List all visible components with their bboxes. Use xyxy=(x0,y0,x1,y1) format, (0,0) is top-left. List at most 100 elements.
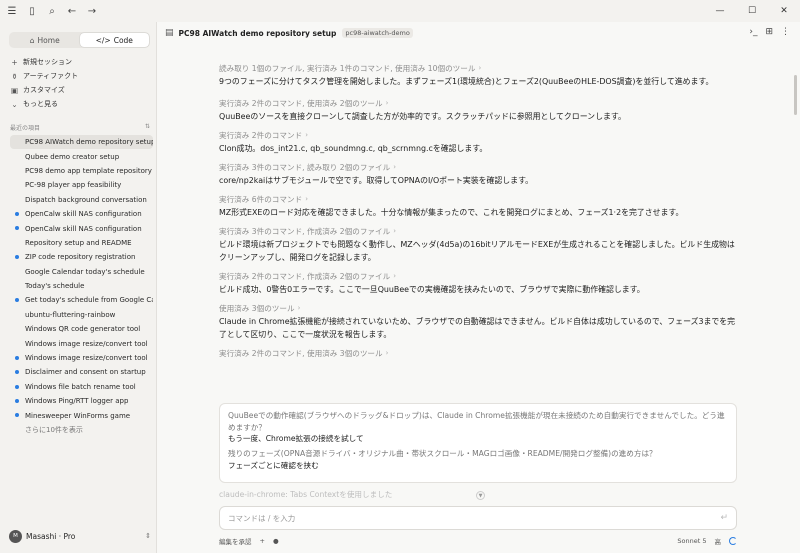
nav-new-session[interactable]: + 新規セッション xyxy=(10,55,150,69)
tab-home[interactable]: ⌂ Home xyxy=(10,33,80,47)
assistant-message: Clon成功。dos_int21.c, qb_soundmng.c, qb_sc… xyxy=(219,144,488,153)
panel-icon[interactable]: ⊞ xyxy=(765,27,773,37)
tool-summary[interactable]: 読み取り 1個のファイル, 実行済み 1件のコマンド, 使用済み 10個のツール… xyxy=(219,62,739,75)
menu-icon[interactable]: ☰ xyxy=(4,3,20,19)
recent-item[interactable]: Disclaimer and consent on startup xyxy=(10,365,153,379)
recent-item[interactable]: ZIP code repository registration xyxy=(10,250,153,264)
tool-summary[interactable]: 実行済み 3件のコマンド, 作成済み 2個のファイル › xyxy=(219,225,739,238)
recent-item-label: Qubee demo creator setup xyxy=(25,152,120,161)
assistant-message: ビルド成功、0警告0エラーです。ここで一旦QuuBeeでの実機確認を挟みたいので… xyxy=(219,285,645,294)
question-text: QuuBeeでの動作確認(ブラウザへのドラッグ&ドロップ)は、Claude in… xyxy=(228,411,725,432)
assistant-message: QuuBeeのソースを直接クローンして調査した方が効率的です。スクラッチパッドに… xyxy=(219,112,626,121)
recent-item[interactable]: Windows Ping/RTT logger app xyxy=(10,394,153,408)
recent-item[interactable]: Google Calendar today's schedule xyxy=(10,265,153,279)
recent-item[interactable]: Windows QR code generator tool xyxy=(10,322,153,336)
nav-more[interactable]: ⌄ もっと見る xyxy=(10,97,150,111)
user-menu[interactable]: M Masashi · Pro ⇕ xyxy=(9,527,151,545)
tool-summary-text: 実行済み 2件のコマンド, 作成済み 2個のファイル xyxy=(219,272,391,281)
tab-home-label: Home xyxy=(37,35,60,45)
terminal-icon[interactable]: ›_ xyxy=(749,27,757,37)
recent-item[interactable]: Windows image resize/convert tool xyxy=(10,351,153,365)
nav-label: アーティファクト xyxy=(23,72,79,80)
chevron-right-icon: › xyxy=(393,163,397,171)
forward-icon[interactable]: → xyxy=(84,3,100,19)
search-icon[interactable]: ⌕ xyxy=(44,3,60,19)
effort-selector[interactable]: 高 xyxy=(715,536,722,546)
maximize-button[interactable]: ☐ xyxy=(736,0,768,22)
tool-summary[interactable]: 使用済み 3個のツール › xyxy=(219,302,739,315)
recent-item-label: Windows QR code generator tool xyxy=(25,325,141,334)
recent-item-label: OpenCalw skill NAS configuration xyxy=(25,210,142,219)
sidebar-nav: + 新規セッション ⚱ アーティファクト ▣ カスタマイズ ⌄ もっと見る xyxy=(10,55,150,111)
chat-transcript: 読み取り 1個のファイル, 実行済み 1件のコマンド, 使用済み 10個のツール… xyxy=(219,62,739,360)
tool-summary-text: 実行済み 2件のコマンド, 使用済み 3個のツール xyxy=(219,349,383,358)
nav-artifacts[interactable]: ⚱ アーティファクト xyxy=(10,69,150,83)
recent-item-label: PC-98 player app feasibility xyxy=(25,181,122,190)
recent-item-label: ubuntu-fluttering-rainbow xyxy=(25,310,116,319)
tool-summary-text: 実行済み 6件のコマンド xyxy=(219,195,303,204)
model-selector[interactable]: Sonnet 5 xyxy=(677,537,706,545)
recent-item[interactable]: Windows file batch rename tool xyxy=(10,380,153,394)
more-icon[interactable]: ⋮ xyxy=(781,27,790,37)
unread-dot-icon xyxy=(15,413,19,418)
recent-item-label: Disclaimer and consent on startup xyxy=(25,368,146,377)
tool-summary[interactable]: 実行済み 6件のコマンド › xyxy=(219,193,739,206)
scroll-down-icon[interactable]: ▼ xyxy=(476,491,485,500)
tool-summary-text: 読み取り 1個のファイル, 実行済み 1件のコマンド, 使用済み 10個のツール xyxy=(219,64,476,73)
tool-summary[interactable]: 実行済み 2件のコマンド, 使用済み 3個のツール › xyxy=(219,347,739,360)
chevron-right-icon: › xyxy=(393,227,397,235)
recent-item[interactable]: Windows image resize/convert tool xyxy=(10,336,153,350)
recent-item[interactable]: PC98 demo app template repository xyxy=(10,164,153,178)
prompt-input[interactable] xyxy=(228,513,721,523)
unread-dot-icon xyxy=(15,399,19,404)
recent-item[interactable]: OpenCalw skill NAS configuration xyxy=(10,221,153,235)
add-attachment-button[interactable]: + xyxy=(260,537,265,545)
minimize-button[interactable]: — xyxy=(704,0,736,22)
recent-item-label: Windows Ping/RTT logger app xyxy=(25,397,129,406)
page-title[interactable]: PC98 AIWatch demo repository setup xyxy=(179,29,337,38)
recent-item[interactable]: Qubee demo creator setup xyxy=(10,149,153,163)
nav-label: もっと見る xyxy=(23,100,58,108)
send-icon[interactable]: ↵ xyxy=(720,513,728,523)
recent-item[interactable]: Minesweeper WinForms game xyxy=(10,408,153,422)
recent-item[interactable]: Dispatch background conversation xyxy=(10,193,153,207)
tool-summary[interactable]: 実行済み 3件のコマンド, 読み取り 2個のファイル › xyxy=(219,161,739,174)
recent-item[interactable]: Repository setup and README xyxy=(10,236,153,250)
chevron-right-icon: › xyxy=(297,304,301,312)
tool-summary[interactable]: 実行済み 2件のコマンド, 使用済み 2個のツール › xyxy=(219,97,739,110)
mic-icon[interactable]: ● xyxy=(273,537,279,545)
tab-code[interactable]: </> Code xyxy=(79,33,149,47)
recent-item-label: Google Calendar today's schedule xyxy=(25,267,145,276)
recent-item[interactable]: PC-98 player app feasibility xyxy=(10,178,153,192)
close-button[interactable]: ✕ xyxy=(768,0,800,22)
avatar: M xyxy=(9,529,22,543)
back-icon[interactable]: ← xyxy=(64,3,80,19)
customize-icon: ▣ xyxy=(10,85,19,95)
tool-summary-text: 実行済み 2件のコマンド, 使用済み 2個のツール xyxy=(219,99,383,108)
show-more-link[interactable]: さらに10件を表示 xyxy=(10,423,153,437)
assistant-message: ビルド環境は新プロジェクトでも問題なく動作し、MZヘッダ(4d5a)の16bit… xyxy=(219,240,735,262)
repo-tag[interactable]: pc98-aiwatch-demo xyxy=(342,28,413,38)
approve-edits-button[interactable]: 編集を承認 xyxy=(219,536,252,546)
chevron-right-icon: › xyxy=(385,349,389,357)
recent-item[interactable]: ubuntu-fluttering-rainbow xyxy=(10,308,153,322)
tool-summary[interactable]: 実行済み 2件のコマンド › xyxy=(219,129,739,142)
sidebar-toggle-icon[interactable]: ▯ xyxy=(24,3,40,19)
unread-dot-icon xyxy=(15,211,19,216)
nav-customize[interactable]: ▣ カスタマイズ xyxy=(10,83,150,97)
tool-summary[interactable]: 実行済み 2件のコマンド, 作成済み 2個のファイル › xyxy=(219,270,739,283)
tab-code-label: Code xyxy=(113,35,133,45)
sort-icon[interactable]: ⇅ xyxy=(145,123,150,132)
home-icon: ⌂ xyxy=(29,35,35,45)
recent-item[interactable]: OpenCalw skill NAS configuration xyxy=(10,207,153,221)
chevron-right-icon: › xyxy=(478,64,482,72)
scrollbar[interactable] xyxy=(794,75,797,115)
chevron-right-icon: › xyxy=(393,272,397,280)
recent-list: PC98 AIWatch demo repository setup Qubee… xyxy=(10,135,153,437)
prompt-toolbar: 編集を承認 + ● Sonnet 5 高 xyxy=(219,535,737,547)
recent-item[interactable]: Today's schedule xyxy=(10,279,153,293)
chevron-down-icon: ⌄ xyxy=(11,99,18,109)
unread-dot-icon xyxy=(15,255,19,260)
recent-item[interactable]: Get today's schedule from Google Ca xyxy=(10,293,153,307)
recent-item[interactable]: PC98 AIWatch demo repository setup xyxy=(10,135,153,150)
